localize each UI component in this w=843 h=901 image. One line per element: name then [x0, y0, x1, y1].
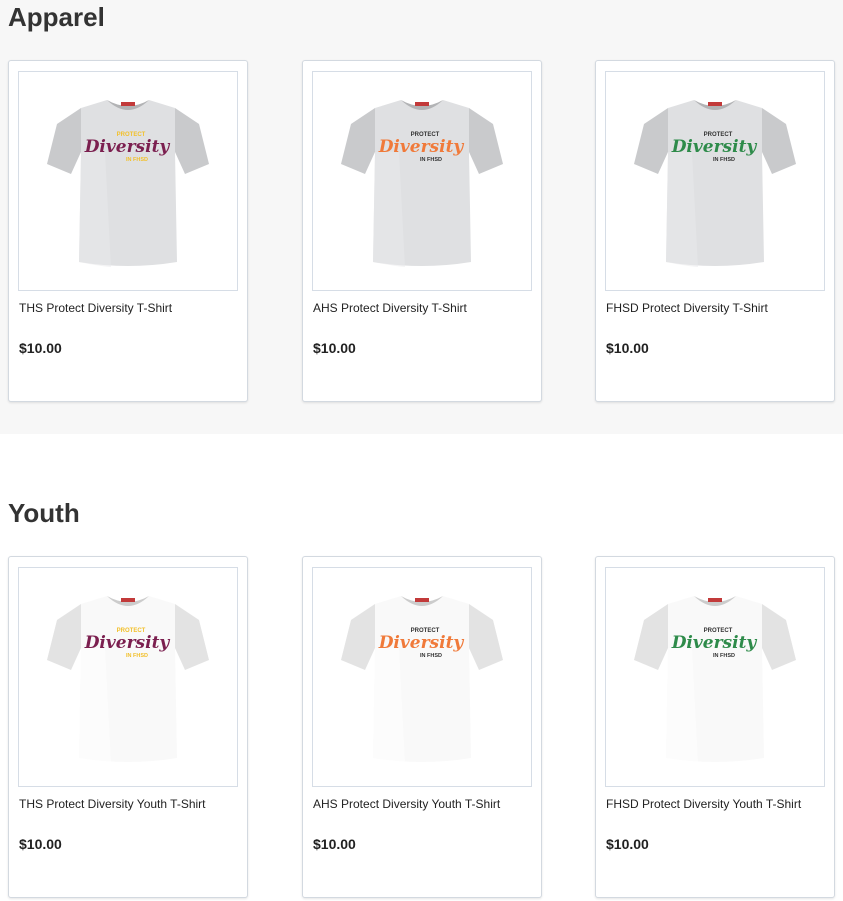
product-card[interactable]: PROTECT Diversity IN FHSD THS Protect Dive… — [8, 556, 248, 898]
logo-bottom-text: IN FHSD — [420, 653, 442, 659]
logo-main-text: Diversity — [671, 137, 758, 157]
product-price: $10.00 — [606, 836, 649, 852]
product-image-frame[interactable]: PROTECT Diversity IN FHSD — [312, 71, 532, 291]
logo-bottom-text: IN FHSD — [126, 653, 148, 659]
product-name[interactable]: THS Protect Diversity Youth T-Shirt — [19, 796, 206, 812]
tshirt-shape — [47, 100, 209, 267]
tshirt-right-sleeve — [175, 108, 209, 174]
tshirt-tag — [708, 598, 722, 602]
tshirt-right-sleeve — [469, 604, 503, 670]
product-card[interactable]: PROTECT Diversity IN FHSD AHS Protect Dive… — [302, 556, 542, 898]
product-price: $10.00 — [606, 340, 649, 356]
tshirt-tag — [708, 102, 722, 106]
tshirt-image-icon: PROTECTDiversityIN FHSD — [634, 100, 796, 267]
tshirt-tag — [121, 598, 135, 602]
logo-bottom-text: IN FHSD — [420, 157, 442, 163]
tshirt-image-icon: PROTECTDiversityIN FHSD — [634, 596, 796, 763]
tshirt-shape — [634, 596, 796, 763]
logo-bottom-text: IN FHSD — [713, 157, 735, 163]
tshirt-image-icon: PROTECTDiversityIN FHSD — [47, 100, 209, 267]
tshirt-left-sleeve — [47, 604, 81, 670]
product-card[interactable]: PROTECT Diversity IN FHSD THS Protect Dive… — [8, 60, 248, 402]
logo-bottom-text: IN FHSD — [126, 157, 148, 163]
product-image-frame[interactable]: PROTECT Diversity IN FHSD — [18, 71, 238, 291]
product-name[interactable]: FHSD Protect Diversity Youth T-Shirt — [606, 796, 801, 812]
tshirt-left-sleeve — [634, 108, 668, 174]
tshirt-image-icon: PROTECTDiversityIN FHSD — [47, 596, 209, 763]
tshirt-left-sleeve — [634, 604, 668, 670]
tshirt-tag — [415, 598, 429, 602]
tshirt-right-sleeve — [762, 108, 796, 174]
tshirt-left-sleeve — [47, 108, 81, 174]
tshirt-left-sleeve — [341, 604, 375, 670]
product-name[interactable]: THS Protect Diversity T-Shirt — [19, 300, 172, 316]
product-price: $10.00 — [19, 836, 62, 852]
tshirt-right-sleeve — [762, 604, 796, 670]
tshirt-shape — [634, 100, 796, 267]
product-image-frame[interactable]: PROTECT Diversity IN FHSD — [312, 567, 532, 787]
tshirt-shape — [341, 596, 503, 763]
product-price: $10.00 — [19, 340, 62, 356]
product-card[interactable]: PROTECT Diversity IN FHSD FHSD Protect Div… — [595, 556, 835, 898]
product-image-frame[interactable]: PROTECT Diversity IN FHSD — [605, 567, 825, 787]
product-name[interactable]: AHS Protect Diversity T-Shirt — [313, 300, 467, 316]
product-image-frame[interactable]: PROTECT Diversity IN FHSD — [605, 71, 825, 291]
logo-bottom-text: IN FHSD — [713, 653, 735, 659]
product-image-frame[interactable]: PROTECT Diversity IN FHSD — [18, 567, 238, 787]
tshirt-shape — [47, 596, 209, 763]
product-card[interactable]: PROTECT Diversity IN FHSD FHSD Protect Div… — [595, 60, 835, 402]
tshirt-tag — [121, 102, 135, 106]
tshirt-left-sleeve — [341, 108, 375, 174]
tshirt-image-icon: PROTECTDiversityIN FHSD — [341, 100, 503, 267]
logo-main-text: Diversity — [378, 633, 465, 653]
product-card[interactable]: PROTECT Diversity IN FHSD AHS Protect Dive… — [302, 60, 542, 402]
tshirt-right-sleeve — [175, 604, 209, 670]
tshirt-tag — [415, 102, 429, 106]
product-price: $10.00 — [313, 340, 356, 356]
apparel-section: Apparel PROTECT Diversity IN FHSD THS Prot… — [0, 0, 843, 434]
product-name[interactable]: FHSD Protect Diversity T-Shirt — [606, 300, 768, 316]
tshirt-shape — [341, 100, 503, 267]
youth-section: Youth PROTECT Diversity IN FHSD THS Protec… — [0, 434, 843, 901]
tshirt-right-sleeve — [469, 108, 503, 174]
logo-main-text: Diversity — [378, 137, 465, 157]
logo-main-text: Diversity — [671, 633, 758, 653]
product-price: $10.00 — [313, 836, 356, 852]
section-title-youth: Youth — [8, 498, 80, 528]
tshirt-image-icon: PROTECTDiversityIN FHSD — [341, 596, 503, 763]
section-title-apparel: Apparel — [8, 2, 105, 32]
product-name[interactable]: AHS Protect Diversity Youth T-Shirt — [313, 796, 500, 812]
logo-main-text: Diversity — [84, 633, 171, 653]
logo-main-text: Diversity — [84, 137, 171, 157]
